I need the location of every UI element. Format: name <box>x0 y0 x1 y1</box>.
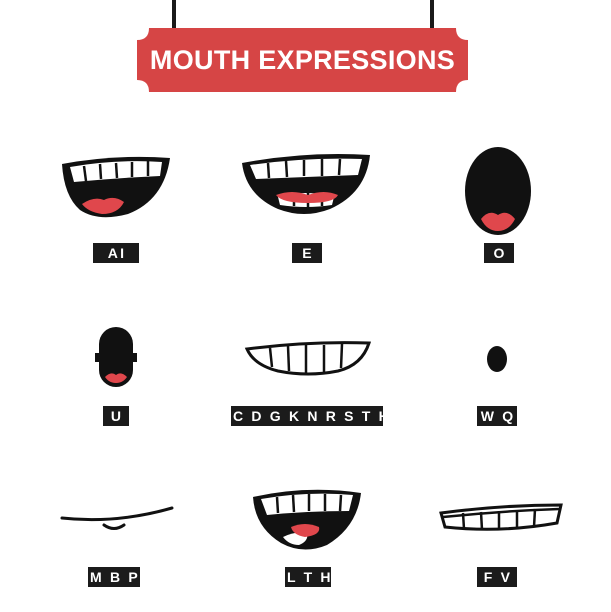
mouth-label: L T H <box>285 567 333 587</box>
mouth-expressions-chart: MOUTH EXPRESSIONS AI E O U C D G K N R S… <box>0 0 611 612</box>
small-o-mouth-icon <box>487 346 507 372</box>
mouth-label: AI <box>93 243 139 263</box>
mouth-label: O <box>484 243 514 263</box>
grin-mouth-icon <box>242 154 370 214</box>
mouth-label: E <box>292 243 322 263</box>
mouth-label: W Q <box>477 406 517 426</box>
closed-line-mouth-icon <box>60 506 174 530</box>
lip-bite-mouth-icon <box>439 503 563 531</box>
title-sign: MOUTH EXPRESSIONS <box>137 28 468 92</box>
wide-open-smile-mouth-icon <box>62 156 170 218</box>
page-title: MOUTH EXPRESSIONS <box>149 45 456 75</box>
mouth-label: F V <box>477 567 517 587</box>
mouth-label: M B P <box>88 567 140 587</box>
mouth-label: U <box>103 406 129 426</box>
round-open-mouth-icon <box>465 147 531 235</box>
tongue-up-mouth-icon <box>253 489 361 550</box>
clenched-teeth-mouth-icon <box>244 341 372 376</box>
sign-string-left <box>172 0 176 28</box>
pursed-mouth-icon <box>95 327 137 387</box>
mouth-label: C D G K N R S T H Y Z <box>231 406 425 426</box>
sign-string-right <box>430 0 434 28</box>
